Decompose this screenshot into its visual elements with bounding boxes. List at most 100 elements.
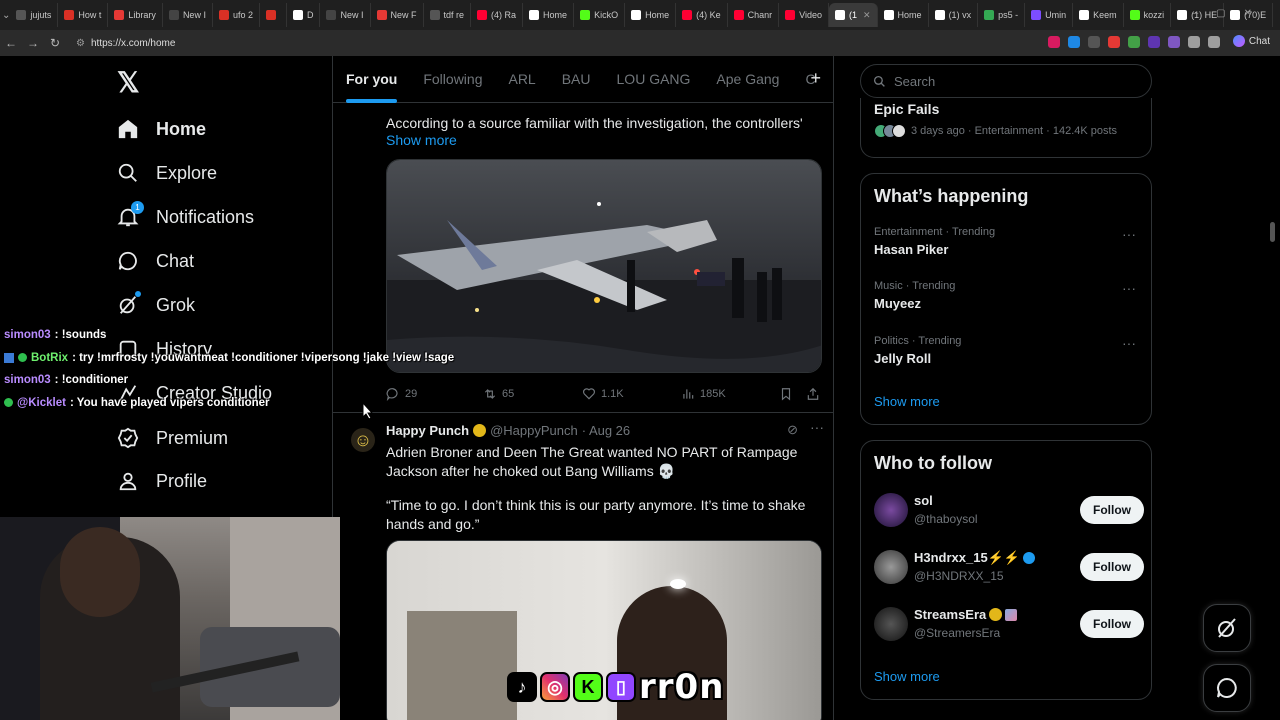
extension-icon[interactable] [1148, 36, 1160, 48]
browser-tab[interactable]: KickO [574, 3, 626, 27]
extension-icon[interactable] [1208, 36, 1220, 48]
trend-item[interactable]: Entertainment · Trending Hasan Piker ··· [874, 226, 1144, 257]
post-more-icon[interactable]: ··· [810, 419, 824, 435]
browser-tab[interactable]: Library [108, 3, 163, 27]
show-more-link[interactable]: Show more [386, 132, 457, 148]
browser-tab[interactable]: Home [878, 3, 929, 27]
browser-tab[interactable]: tdf re [424, 3, 472, 27]
nav-notifications[interactable]: 1 Notifications [116, 197, 254, 237]
nav-chat[interactable]: Chat [116, 241, 194, 281]
happy-punch-avatar[interactable]: ☺ [351, 428, 375, 452]
site-info-icon[interactable]: ⚙ [76, 38, 85, 49]
tab-favicon-icon [16, 10, 27, 20]
nav-home[interactable]: Home [116, 109, 206, 149]
browser-tab[interactable]: jujuts [10, 3, 59, 27]
tiktok-icon: ♪ [507, 672, 537, 702]
browser-tab[interactable]: Chanr [728, 3, 780, 27]
add-tab-icon[interactable]: + [810, 68, 821, 89]
post-author[interactable]: Happy Punch [386, 423, 469, 438]
extension-icon[interactable] [1188, 36, 1200, 48]
tab-following[interactable]: Following [410, 56, 495, 103]
follow-button[interactable]: Follow [1080, 496, 1144, 524]
who-to-follow-panel: Who to follow sol @thaboysol Follow H3nd… [860, 440, 1152, 700]
tab-lou-gang[interactable]: LOU GANG [604, 56, 704, 103]
extension-icon[interactable] [1168, 36, 1180, 48]
browser-tab[interactable]: (4) Ra [471, 3, 524, 27]
extension-icon[interactable] [1088, 36, 1100, 48]
browser-tab[interactable]: (4) Ke [676, 3, 728, 27]
grok-post-icon[interactable]: ⊘ [787, 422, 798, 438]
grok-fab-button[interactable] [1203, 604, 1251, 652]
trend-more-icon[interactable]: ··· [1122, 226, 1136, 242]
avatar[interactable] [874, 607, 908, 641]
x-logo-icon[interactable]: 𝕏 [117, 66, 140, 99]
tab-search-icon[interactable]: ⌄ [2, 10, 10, 21]
nav-explore[interactable]: Explore [116, 153, 217, 193]
trending-card-epic-fails[interactable]: Epic Fails 3 days ago · Entertainment · … [860, 98, 1152, 158]
browser-tab[interactable]: Keem [1073, 3, 1124, 27]
follow-suggestion[interactable]: StreamsEra @StreamersEra Follow [874, 607, 1144, 647]
scrollbar-thumb[interactable] [1270, 222, 1275, 242]
browser-tab[interactable]: (1) vx [929, 3, 979, 27]
browser-tab[interactable]: ufo 2 [213, 3, 260, 27]
window-controls[interactable]: –▢✕ [1193, 8, 1270, 19]
browser-tab[interactable]: Umin [1025, 3, 1074, 27]
tab-label: Umin [1045, 10, 1067, 20]
follow-suggestion[interactable]: sol @thaboysol Follow [874, 493, 1144, 533]
post-handle[interactable]: @HappyPunch [490, 423, 578, 438]
show-more-follows[interactable]: Show more [874, 669, 940, 684]
share-button[interactable] [806, 387, 820, 401]
chat-username: simon03 [4, 374, 51, 387]
browser-tab[interactable]: ps5 - [978, 3, 1026, 27]
browser-tab[interactable]: Video [779, 3, 829, 27]
nav-premium[interactable]: Premium [116, 418, 228, 458]
trend-more-icon[interactable]: ··· [1122, 335, 1136, 351]
nav-profile[interactable]: Profile [116, 461, 207, 501]
trend-meta-text: 3 days ago · Entertainment · 142.4K post… [911, 125, 1118, 137]
like-button[interactable]: 1.1K [582, 387, 624, 401]
trend-item[interactable]: Music · Trending Muyeez ··· [874, 280, 1144, 311]
avatar[interactable] [874, 493, 908, 527]
tab-bau[interactable]: BAU [549, 56, 604, 103]
post-date[interactable]: · Aug 26 [582, 423, 630, 438]
trend-more-icon[interactable]: ··· [1122, 280, 1136, 296]
copilot-chat-button[interactable]: Chat [1232, 35, 1270, 47]
forward-icon[interactable]: → [22, 36, 44, 50]
reload-icon[interactable]: ↻ [44, 36, 66, 50]
show-more-trends[interactable]: Show more [874, 394, 940, 409]
browser-tab[interactable]: kozzi [1124, 3, 1172, 27]
browser-tab[interactable]: D [287, 3, 321, 27]
tab-favicon-icon [376, 10, 387, 20]
extension-icon[interactable] [1128, 36, 1140, 48]
address-bar[interactable]: ⚙ https://x.com/home [76, 38, 175, 49]
extension-icon[interactable] [1068, 36, 1080, 48]
browser-tab[interactable]: New F [371, 3, 424, 27]
search-input[interactable]: Search [860, 64, 1152, 98]
follow-suggestion[interactable]: H3ndrxx_15⚡⚡ @H3NDRXX_15 Follow [874, 550, 1144, 590]
browser-tab[interactable]: (1 ✕ [828, 3, 878, 27]
tab-label: (1 [848, 10, 857, 20]
browser-tab[interactable]: How t [58, 3, 109, 27]
avatar[interactable] [874, 550, 908, 584]
messages-fab-button[interactable] [1203, 664, 1251, 712]
bookmark-button[interactable] [779, 387, 793, 401]
trend-item[interactable]: Politics · Trending Jelly Roll ··· [874, 335, 1144, 366]
tab-for-you[interactable]: For you [333, 56, 410, 103]
browser-tab[interactable]: Home [625, 3, 677, 27]
browser-tab[interactable]: New I [320, 3, 371, 27]
tab-ape-gang[interactable]: Ape Gang [703, 56, 792, 103]
tab-arl[interactable]: ARL [495, 56, 548, 103]
extension-icon[interactable] [1048, 36, 1060, 48]
views-button[interactable]: 185K [681, 387, 726, 401]
back-icon[interactable]: ← [0, 36, 22, 50]
extension-icon[interactable] [1108, 36, 1120, 48]
browser-tab[interactable]: Home [523, 3, 575, 27]
follow-button[interactable]: Follow [1080, 553, 1144, 581]
browser-tab[interactable]: New I [163, 3, 213, 27]
close-tab-icon[interactable]: ✕ [863, 10, 871, 21]
repost-button[interactable]: 65 [483, 387, 514, 401]
browser-tab[interactable] [260, 3, 287, 27]
follow-button[interactable]: Follow [1080, 610, 1144, 638]
nav-grok[interactable]: Grok [116, 285, 195, 325]
new-tab-button[interactable]: + [1273, 7, 1280, 23]
